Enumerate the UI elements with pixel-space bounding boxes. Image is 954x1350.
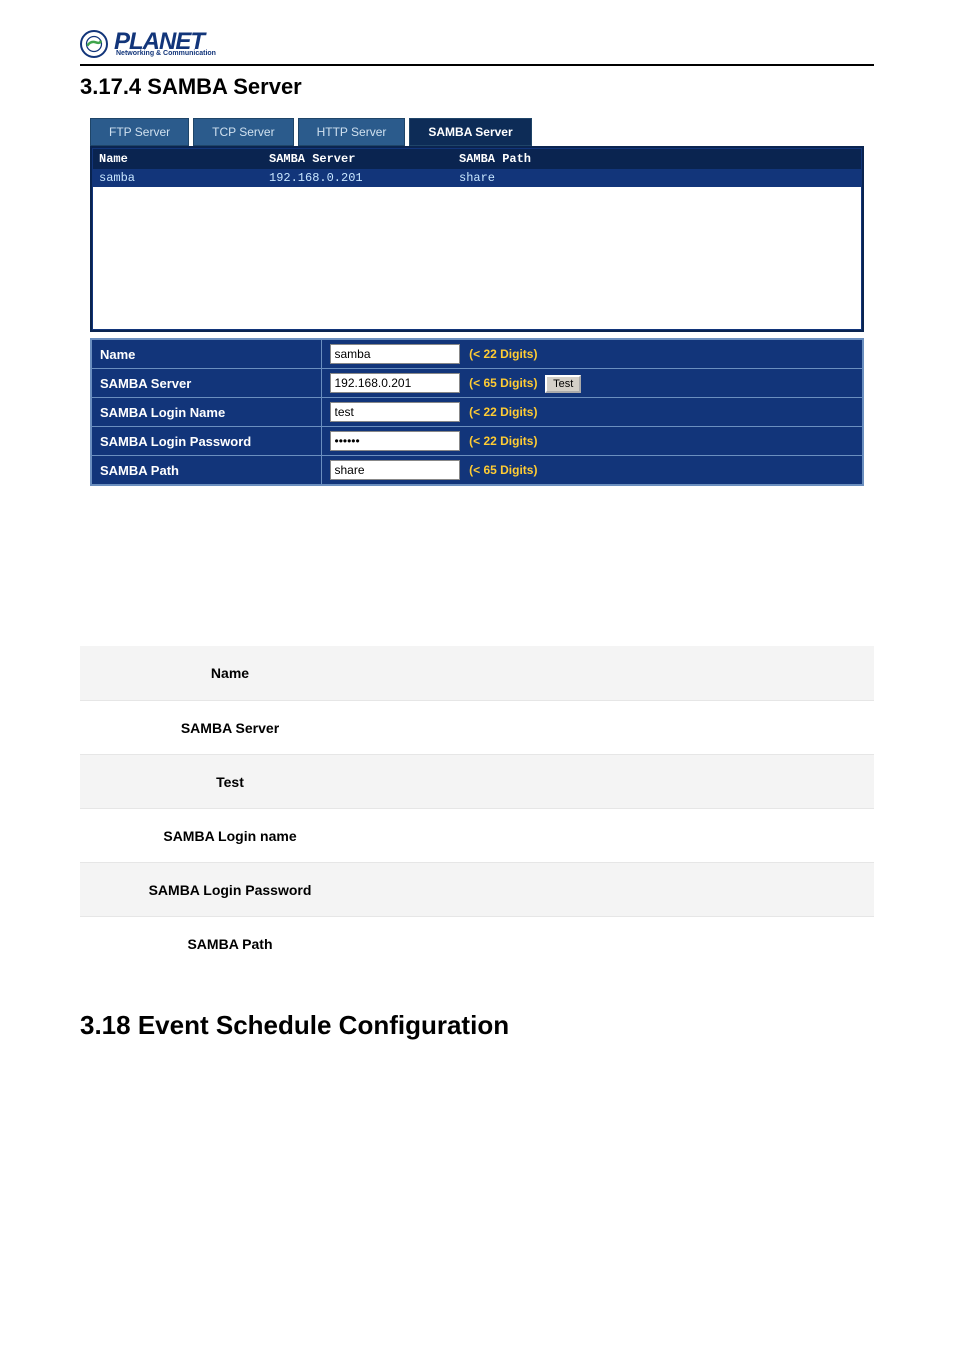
list-header-server: SAMBA Server [269, 152, 459, 166]
desc-label-login-name: SAMBA Login name [100, 828, 360, 844]
list-cell-path: share [459, 171, 855, 185]
desc-label-samba-path: SAMBA Path [100, 936, 360, 952]
tab-samba-server[interactable]: SAMBA Server [409, 118, 531, 146]
section-heading-event-schedule: 3.18 Event Schedule Configuration [80, 1010, 874, 1041]
table-row: SAMBA Login Password [80, 862, 874, 916]
description-table: Name SAMBA Server Test SAMBA Login name … [80, 646, 874, 970]
hint-text: (< 65 Digits) [469, 463, 537, 477]
samba-config-window: FTP Server TCP Server HTTP Server SAMBA … [80, 118, 874, 606]
desc-label-login-password: SAMBA Login Password [100, 882, 360, 898]
form-label: SAMBA Login Name [91, 398, 321, 427]
server-list-body[interactable]: samba 192.168.0.201 share [93, 169, 861, 329]
table-row: SAMBA Login name [80, 808, 874, 862]
server-list-panel: Name SAMBA Server SAMBA Path samba 192.1… [90, 146, 864, 332]
hint-text: (< 22 Digits) [469, 405, 537, 419]
table-row: Name [80, 646, 874, 700]
hint-text: (< 65 Digits) [469, 376, 537, 390]
samba-form: Name (< 22 Digits) SAMBA Server (< 65 Di… [90, 338, 864, 486]
logo-subtitle: Networking & Communication [116, 50, 216, 57]
logo-text: PLANET [114, 31, 216, 53]
hint-text: (< 22 Digits) [469, 434, 537, 448]
server-list-header: Name SAMBA Server SAMBA Path [93, 149, 861, 169]
samba-login-name-input[interactable] [330, 402, 460, 422]
form-label: Name [91, 339, 321, 369]
form-label: SAMBA Path [91, 456, 321, 486]
desc-label-samba-server: SAMBA Server [100, 720, 360, 736]
tab-http-server[interactable]: HTTP Server [298, 118, 406, 146]
form-row-name: Name (< 22 Digits) [91, 339, 863, 369]
list-cell-server: 192.168.0.201 [269, 171, 459, 185]
test-button[interactable]: Test [545, 375, 581, 393]
list-header-name: Name [99, 152, 269, 166]
hint-text: (< 22 Digits) [469, 347, 537, 361]
table-row: Test [80, 754, 874, 808]
samba-server-input[interactable] [330, 373, 460, 393]
table-row: SAMBA Path [80, 916, 874, 970]
desc-label-test: Test [100, 774, 360, 790]
samba-path-input[interactable] [330, 460, 460, 480]
form-row-path: SAMBA Path (< 65 Digits) [91, 456, 863, 486]
header-divider [80, 64, 874, 66]
form-label: SAMBA Login Password [91, 427, 321, 456]
samba-login-password-input[interactable] [330, 431, 460, 451]
section-heading-samba: 3.17.4 SAMBA Server [80, 74, 874, 100]
form-row-login-password: SAMBA Login Password (< 22 Digits) [91, 427, 863, 456]
server-tabs: FTP Server TCP Server HTTP Server SAMBA … [90, 118, 874, 146]
list-cell-name: samba [99, 171, 269, 185]
form-row-server: SAMBA Server (< 65 Digits) Test [91, 369, 863, 398]
form-label: SAMBA Server [91, 369, 321, 398]
logo: PLANET Networking & Communication [80, 30, 874, 58]
tab-ftp-server[interactable]: FTP Server [90, 118, 189, 146]
list-header-path: SAMBA Path [459, 152, 855, 166]
planet-globe-icon [80, 30, 108, 58]
table-row: SAMBA Server [80, 700, 874, 754]
name-input[interactable] [330, 344, 460, 364]
desc-label-name: Name [100, 665, 360, 681]
list-item[interactable]: samba 192.168.0.201 share [93, 169, 861, 187]
form-row-login-name: SAMBA Login Name (< 22 Digits) [91, 398, 863, 427]
tab-tcp-server[interactable]: TCP Server [193, 118, 293, 146]
